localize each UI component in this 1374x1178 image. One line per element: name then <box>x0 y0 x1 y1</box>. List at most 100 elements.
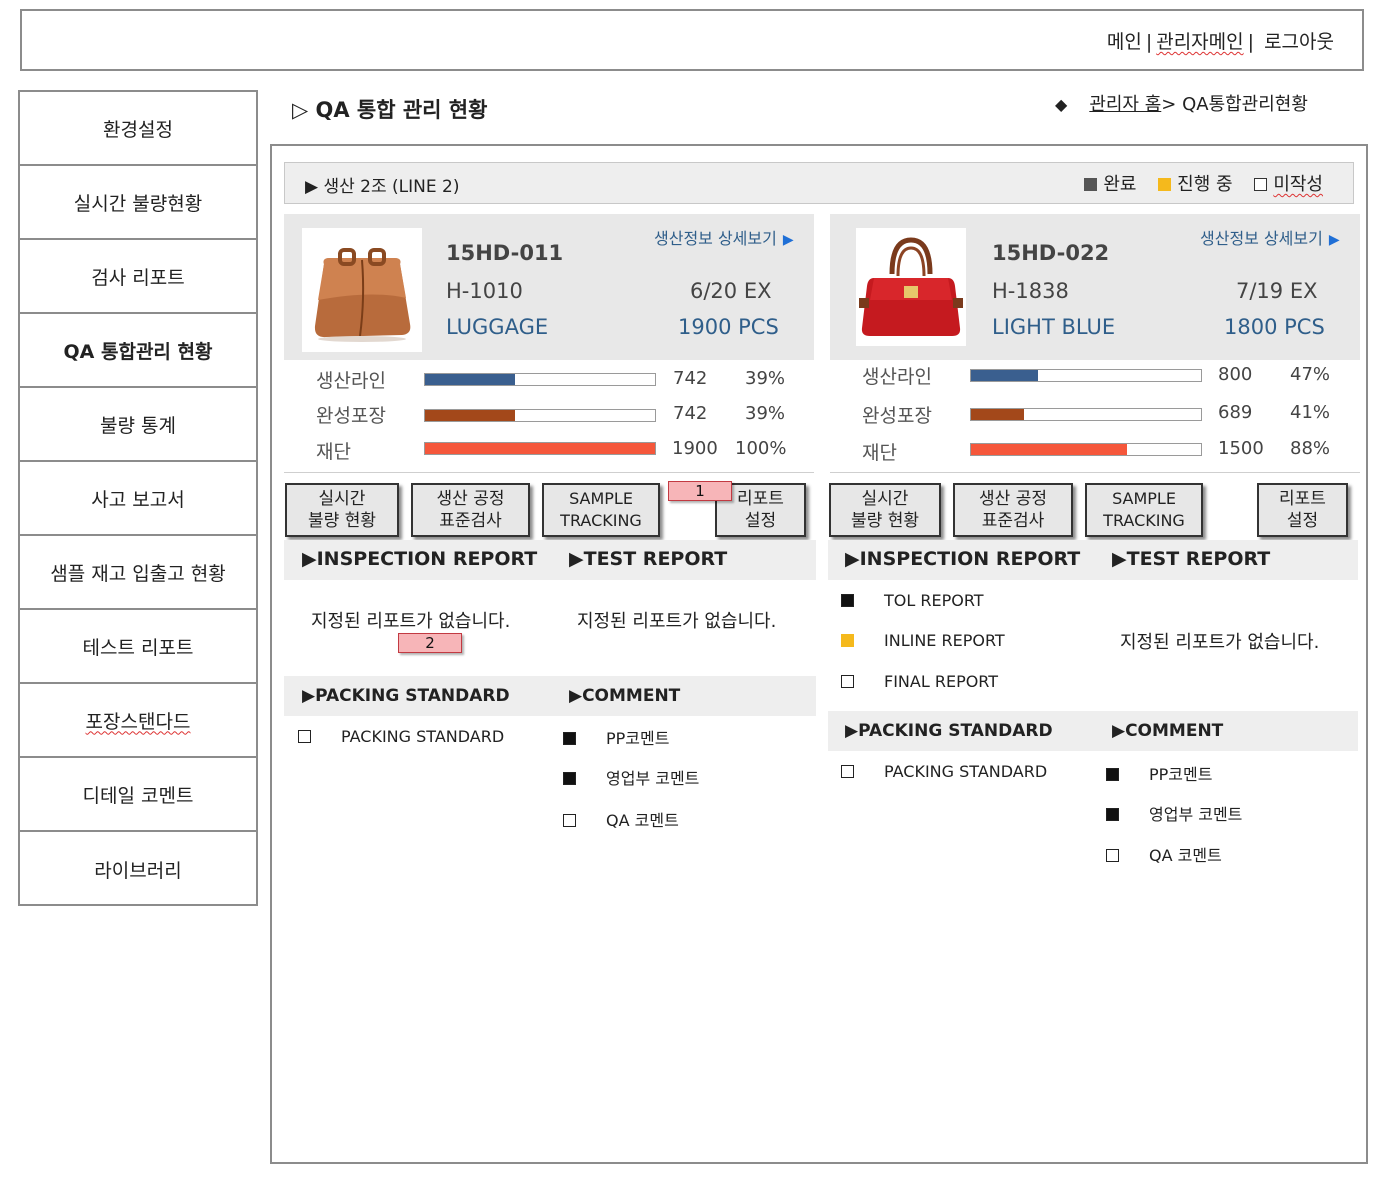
progress-label-finished-packing: 완성포장 <box>862 405 932 427</box>
progress-bar-cutting <box>424 442 656 455</box>
progress-label-cutting: 재단 <box>862 442 897 464</box>
progress-label-production-line: 생산라인 <box>316 370 386 392</box>
product-image <box>302 228 422 352</box>
inspection-empty-message: 지정된 리포트가 없습니다. <box>311 611 511 632</box>
item-label: TOL REPORT <box>884 591 984 610</box>
item-label: FINAL REPORT <box>884 672 999 691</box>
divider <box>284 472 814 473</box>
sidebar-item-label: 포장스탠다드 <box>85 710 191 733</box>
legend-complete: 완료 <box>1084 174 1136 195</box>
ex-date: 6/20 EX <box>690 279 772 303</box>
nav-separator: | <box>1247 31 1255 53</box>
product-model: H-1838 <box>992 279 1069 303</box>
divider <box>830 472 1360 473</box>
sidebar-item-inspection-report[interactable]: 검사 리포트 <box>20 240 256 314</box>
comment-item-sales[interactable]: 영업부 코멘트 <box>563 765 699 789</box>
progress-value: 800 <box>1218 364 1253 385</box>
sidebar-item-incident-report[interactable]: 사고 보고서 <box>20 462 256 536</box>
packing-standard-title: ▶PACKING STANDARD <box>845 721 1053 741</box>
packing-standard-item[interactable]: PACKING STANDARD <box>298 727 504 746</box>
empty-checkbox-icon <box>841 765 854 778</box>
progress-percent: 39% <box>745 403 786 424</box>
progress-value: 1900 <box>672 438 718 459</box>
progress-value: 1500 <box>1218 438 1264 459</box>
progress-value: 689 <box>1218 402 1253 423</box>
sidebar-item-defect-stats[interactable]: 불량 통계 <box>20 388 256 462</box>
comment-item-pp[interactable]: PP코멘트 <box>563 725 669 749</box>
product-qty: 1900 PCS <box>678 315 779 339</box>
sidebar-item-detail-comment[interactable]: 디테일 코멘트 <box>20 758 256 832</box>
sample-tracking-button[interactable]: SAMPLE TRACKING <box>542 483 660 537</box>
red-handbag-icon <box>859 237 963 336</box>
sample-tracking-button[interactable]: SAMPLE TRACKING <box>1085 483 1203 537</box>
sidebar-item-qa-management[interactable]: QA 통합관리 현황 <box>20 314 256 388</box>
filled-checkbox-icon <box>563 772 576 785</box>
detail-link-label: 생산정보 상세보기 <box>1200 229 1323 248</box>
progress-bar-finished-packing <box>970 408 1202 421</box>
packing-standard-item[interactable]: PACKING STANDARD <box>841 762 1047 781</box>
sidebar-item-settings[interactable]: 환경설정 <box>20 92 256 166</box>
legend-label: 완료 <box>1103 174 1137 195</box>
nav-main-link[interactable]: 메인 <box>1107 27 1142 54</box>
inspection-item-tol[interactable]: TOL REPORT <box>841 591 984 610</box>
test-report-title: ▶TEST REPORT <box>569 548 728 570</box>
caret-right-icon: ▶ <box>782 232 794 248</box>
sidebar-item-realtime-defects[interactable]: 실시간 불량현황 <box>20 166 256 240</box>
sidebar-item-label: 라이브러리 <box>94 859 182 882</box>
top-header: 메인 | 관리자메인 | 로그아웃 <box>20 9 1364 71</box>
filled-checkbox-icon <box>1106 768 1119 781</box>
product-code: 15HD-011 <box>446 241 564 265</box>
sidebar-item-packing-standard[interactable]: 포장스탠다드 <box>20 684 256 758</box>
page-title: ▷ QA 통합 관리 현황 <box>292 98 488 122</box>
sidebar-item-sample-inventory[interactable]: 샘플 재고 입출고 현황 <box>20 536 256 610</box>
diamond-icon: ◆ <box>1055 95 1068 114</box>
annotation-marker-2: 2 <box>398 633 462 653</box>
realtime-defects-button[interactable]: 실시간 불량 현황 <box>829 483 941 537</box>
comment-item-sales[interactable]: 영업부 코멘트 <box>1106 801 1242 825</box>
item-label: PACKING STANDARD <box>341 727 505 746</box>
sidebar-item-library[interactable]: 라이브러리 <box>20 832 256 906</box>
item-label: QA 코멘트 <box>1149 846 1222 865</box>
nav-admin-main-link[interactable]: 관리자메인 <box>1156 27 1243 54</box>
item-label: INLINE REPORT <box>884 631 1005 650</box>
progress-percent: 39% <box>745 368 786 389</box>
inspection-item-inline[interactable]: INLINE REPORT <box>841 631 1005 650</box>
legend-in-progress: 진행 중 <box>1158 174 1233 195</box>
report-settings-button[interactable]: 리포트 설정 <box>1257 483 1348 537</box>
comment-title: ▶COMMENT <box>569 686 681 706</box>
production-detail-link[interactable]: 생산정보 상세보기 ▶ <box>1200 225 1340 249</box>
comment-item-pp[interactable]: PP코멘트 <box>1106 761 1212 785</box>
process-standard-button[interactable]: 생산 공정 표준검사 <box>953 483 1073 537</box>
process-standard-button[interactable]: 생산 공정 표준검사 <box>411 483 530 537</box>
nav-logout-link[interactable]: 로그아웃 <box>1264 27 1334 54</box>
production-detail-link[interactable]: 생산정보 상세보기 ▶ <box>654 225 794 249</box>
status-legend: 완료 진행 중 미작성 <box>1068 170 1323 196</box>
item-label: PACKING STANDARD <box>884 762 1048 781</box>
legend-not-written: 미작성 <box>1254 174 1323 195</box>
progress-percent: 88% <box>1290 438 1331 459</box>
progress-label-cutting: 재단 <box>316 441 351 463</box>
breadcrumb-home-link[interactable]: 관리자 홈 <box>1089 94 1161 115</box>
item-label: 영업부 코멘트 <box>606 769 700 788</box>
packing-standard-title: ▶PACKING STANDARD <box>302 686 510 706</box>
sidebar-item-label: 불량 통계 <box>100 414 176 437</box>
progress-fill <box>425 374 515 385</box>
realtime-defects-button[interactable]: 실시간 불량 현황 <box>285 483 399 537</box>
progress-value: 742 <box>673 403 708 424</box>
progress-fill <box>971 444 1128 455</box>
top-nav: 메인 | 관리자메인 | 로그아웃 <box>1107 27 1334 54</box>
empty-checkbox-icon <box>1106 849 1119 862</box>
test-empty-message: 지정된 리포트가 없습니다. <box>1120 632 1320 653</box>
item-label: PP코멘트 <box>1149 765 1213 784</box>
empty-square-icon <box>1254 178 1268 191</box>
comment-item-qa[interactable]: QA 코멘트 <box>1106 842 1222 866</box>
sidebar-item-test-report[interactable]: 테스트 리포트 <box>20 610 256 684</box>
progress-bar-finished-packing <box>424 409 656 422</box>
progress-fill <box>971 409 1024 420</box>
comment-item-qa[interactable]: QA 코멘트 <box>563 807 679 831</box>
sidebar-item-label: QA 통합관리 현황 <box>63 340 213 363</box>
filled-square-icon <box>1084 178 1098 191</box>
progress-bar-production-line <box>424 373 656 386</box>
in-progress-checkbox-icon <box>841 634 854 647</box>
inspection-item-final[interactable]: FINAL REPORT <box>841 672 998 691</box>
